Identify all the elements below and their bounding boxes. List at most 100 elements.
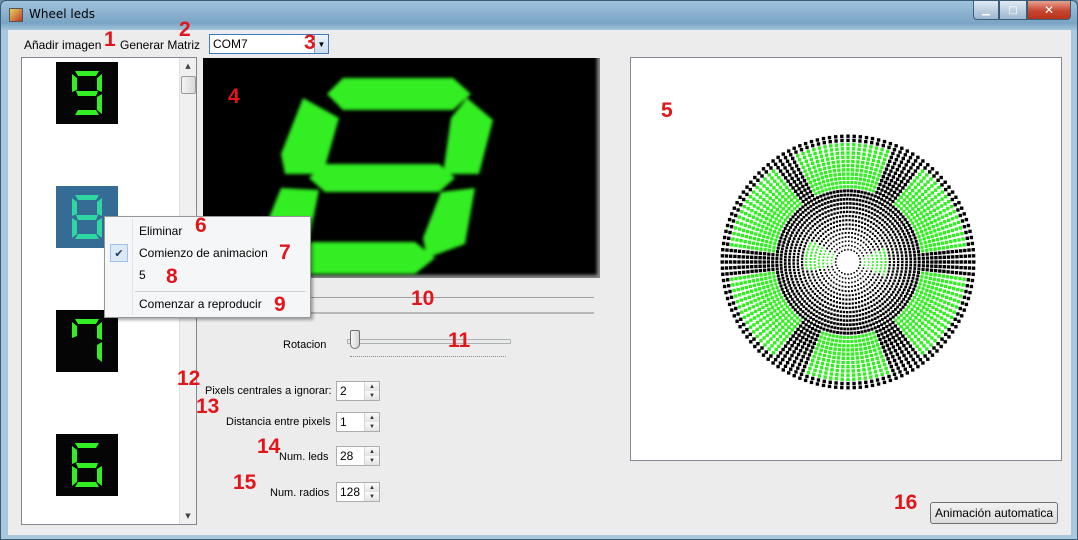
- led-pixel: [846, 377, 850, 382]
- led-pixel: [962, 243, 966, 247]
- led-pixel: [846, 163, 850, 168]
- led-pixel: [821, 383, 826, 388]
- led-pixel: [810, 270, 813, 273]
- led-pixel: [855, 198, 859, 202]
- thumbnail-9[interactable]: [56, 62, 118, 124]
- led-pixel: [746, 275, 751, 279]
- led-pixel: [858, 199, 862, 202]
- scrollbar-thumb[interactable]: [181, 76, 196, 94]
- led-pixel: [783, 176, 788, 180]
- led-pixel: [873, 218, 876, 221]
- led-pixel: [785, 169, 790, 174]
- led-pixel: [844, 232, 847, 234]
- led-pixel: [838, 242, 841, 244]
- close-button[interactable]: ✕: [1027, 1, 1071, 20]
- led-pixel: [799, 372, 804, 376]
- ctx-item-frame-count[interactable]: 5: [139, 268, 146, 282]
- led-pixel: [732, 206, 736, 210]
- annotation-3: 3: [304, 31, 316, 54]
- led-pixel: [812, 332, 816, 336]
- pixel-distance-spinner[interactable]: 1 ▲ ▼: [336, 412, 380, 432]
- led-pixel: [740, 210, 744, 214]
- led-pixel: [865, 252, 868, 254]
- led-pixel: [819, 219, 822, 222]
- led-pixel: [857, 335, 861, 339]
- led-pixel: [873, 312, 877, 316]
- auto-animation-button[interactable]: Animación automatica: [930, 502, 1058, 524]
- led-pixel: [867, 219, 870, 222]
- thumbnail-6[interactable]: [56, 434, 118, 496]
- annotation-2: 2: [179, 18, 191, 41]
- led-pixel: [902, 343, 906, 348]
- led-pixel: [861, 304, 864, 307]
- spin-down-icon[interactable]: ▼: [365, 492, 379, 501]
- led-pixel: [913, 267, 917, 270]
- led-pixel: [938, 260, 942, 264]
- led-pixel: [722, 284, 727, 289]
- ctx-item-play[interactable]: Comenzar a reproducir: [139, 297, 262, 311]
- led-pixel: [846, 344, 850, 348]
- ignore-center-spinner[interactable]: 2 ▲ ▼: [336, 381, 380, 401]
- led-pixel: [958, 226, 962, 230]
- led-pixel: [894, 202, 898, 206]
- led-pixel: [851, 228, 854, 230]
- led-pixel: [930, 260, 934, 264]
- led-pixel: [729, 266, 733, 270]
- scroll-down-icon[interactable]: ▼: [180, 508, 196, 524]
- title-bar[interactable]: Wheel leds ▁ □ ✕: [1, 1, 1077, 29]
- led-pixel: [851, 290, 853, 292]
- scroll-up-icon[interactable]: ▲: [180, 58, 196, 74]
- led-pixel: [845, 298, 848, 301]
- led-pixel: [914, 198, 918, 202]
- ctx-item-delete[interactable]: Eliminar: [139, 224, 182, 238]
- rotation-slider-track[interactable]: [347, 339, 511, 344]
- led-pixel: [762, 329, 766, 333]
- led-pixel: [780, 270, 784, 274]
- led-pixel: [879, 234, 882, 237]
- led-pixel: [903, 302, 907, 306]
- led-pixel: [816, 300, 819, 304]
- led-pixel: [782, 307, 786, 311]
- led-pixel: [748, 235, 753, 240]
- chevron-down-icon[interactable]: ▼: [314, 35, 328, 53]
- led-pixel: [868, 149, 872, 153]
- led-pixel: [790, 223, 794, 227]
- minimize-button[interactable]: ▁: [973, 1, 999, 20]
- rotation-slider-thumb[interactable]: [350, 330, 360, 349]
- led-pixel: [878, 169, 883, 173]
- led-pixel: [802, 341, 807, 345]
- spin-down-icon[interactable]: ▼: [365, 391, 379, 400]
- led-pixel: [762, 191, 766, 195]
- ctx-item-animation-start[interactable]: Comienzo de animacion: [139, 246, 268, 260]
- led-pixel: [950, 228, 954, 233]
- led-pixel: [786, 231, 789, 235]
- menu-add-image[interactable]: Añadir imagen: [24, 38, 101, 52]
- num-leds-spinner[interactable]: 28 ▲ ▼: [336, 446, 380, 466]
- led-pixel: [901, 257, 904, 261]
- led-pixel: [966, 278, 970, 282]
- led-pixel: [858, 212, 861, 215]
- spin-down-icon[interactable]: ▼: [365, 422, 379, 431]
- led-pixel: [816, 289, 819, 293]
- led-pixel: [866, 363, 871, 367]
- spin-down-icon[interactable]: ▼: [365, 456, 379, 465]
- led-pixel: [819, 185, 823, 189]
- led-pixel: [822, 284, 825, 287]
- led-pixel: [789, 153, 793, 157]
- led-pixel: [832, 226, 835, 229]
- led-pixel: [762, 322, 766, 327]
- led-pixel: [821, 294, 824, 297]
- led-pixel: [890, 285, 894, 288]
- led-pixel: [945, 240, 949, 245]
- led-pixel: [877, 324, 880, 328]
- led-pixel: [848, 240, 850, 242]
- led-pixel: [859, 194, 863, 198]
- led-pixel: [848, 282, 850, 284]
- thumbnail-7[interactable]: [56, 310, 118, 372]
- annotation-6: 6: [195, 214, 207, 237]
- led-pixel: [897, 204, 901, 208]
- num-radios-spinner[interactable]: 128 ▲ ▼: [336, 482, 380, 502]
- led-pixel: [779, 179, 784, 183]
- led-pixel: [818, 279, 821, 282]
- maximize-button[interactable]: □: [999, 1, 1027, 20]
